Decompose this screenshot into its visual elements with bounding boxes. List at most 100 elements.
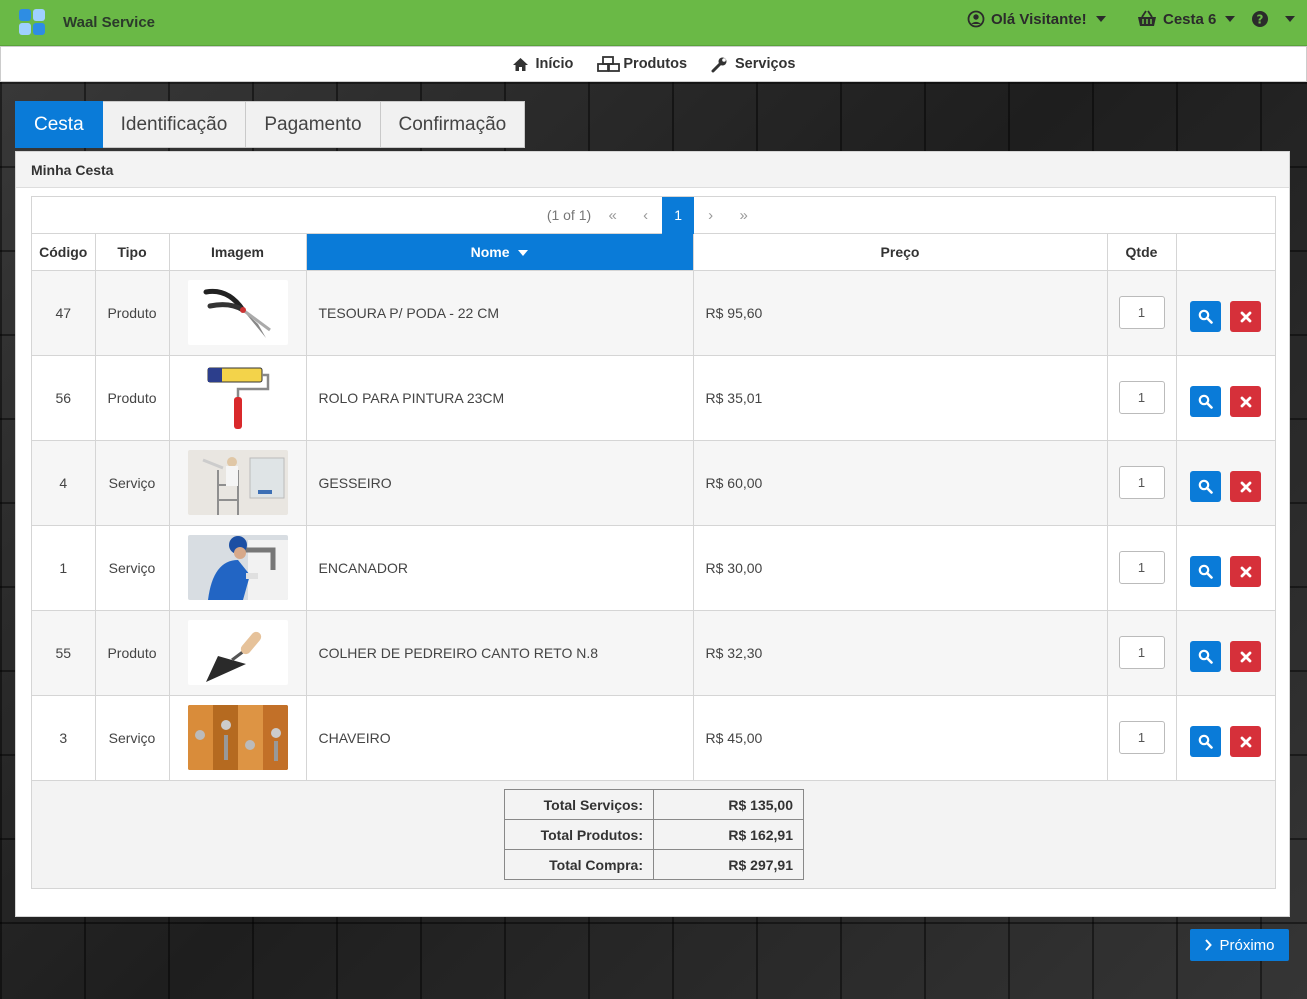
item-price: R$ 30,00	[692, 524, 1108, 611]
item-name: ENCANADOR	[305, 524, 694, 611]
cart-menu[interactable]: Cesta 6	[1137, 10, 1236, 28]
total-services-row: Total Serviços: R$ 135,00	[504, 789, 804, 820]
svg-text:?: ?	[1257, 13, 1264, 27]
qty-input[interactable]: 1	[1118, 636, 1165, 669]
close-icon	[1240, 651, 1252, 662]
col-actions	[1175, 234, 1275, 271]
next-button[interactable]: Próximo	[1190, 929, 1289, 961]
remove-item-button[interactable]	[1230, 641, 1262, 672]
item-code: 47	[32, 269, 96, 356]
user-menu[interactable]: Olá Visitante!	[967, 10, 1106, 28]
view-item-button[interactable]	[1190, 556, 1222, 587]
page-info: (1 of 1)	[546, 207, 592, 223]
tab-pagamento[interactable]: Pagamento	[246, 101, 381, 148]
remove-item-button[interactable]	[1230, 726, 1262, 757]
item-type: Produto	[94, 609, 170, 696]
chevron-down-icon	[1095, 16, 1106, 22]
col-price[interactable]: Preço	[692, 234, 1108, 271]
next-button-label: Próximo	[1219, 936, 1275, 954]
item-price: R$ 32,30	[692, 609, 1108, 696]
search-icon	[1198, 564, 1214, 579]
item-name: ROLO PARA PINTURA 23CM	[305, 354, 694, 441]
item-image-paint-roller	[187, 365, 288, 430]
col-name-label: Nome	[470, 243, 510, 260]
remove-item-button[interactable]	[1230, 301, 1262, 332]
tab-identificacao[interactable]: Identificação	[102, 101, 247, 148]
view-item-button[interactable]	[1190, 386, 1222, 417]
totals-table: Total Serviços: R$ 135,00 Total Produtos…	[504, 789, 804, 880]
view-item-button[interactable]	[1190, 641, 1222, 672]
search-icon	[1198, 309, 1214, 324]
search-icon	[1198, 649, 1214, 664]
tab-confirmacao[interactable]: Confirmação	[380, 101, 526, 148]
nav-label: Produtos	[623, 56, 688, 72]
view-item-button[interactable]	[1190, 726, 1222, 757]
page-current[interactable]: 1	[662, 196, 695, 234]
item-code: 4	[32, 439, 96, 526]
panel-title: Minha Cesta	[16, 152, 1289, 188]
remove-item-button[interactable]	[1230, 386, 1262, 417]
tab-cesta[interactable]: Cesta	[15, 101, 103, 148]
view-item-button[interactable]	[1190, 471, 1222, 502]
home-icon	[512, 57, 528, 71]
qty-input[interactable]: 1	[1118, 721, 1165, 754]
close-icon	[1240, 396, 1252, 407]
nav-produtos[interactable]: Produtos	[597, 56, 687, 72]
item-price: R$ 35,01	[692, 354, 1108, 441]
user-circle-icon	[967, 10, 985, 28]
help-icon: ?	[1252, 11, 1268, 27]
total-order-row: Total Compra: R$ 297,91	[504, 849, 804, 880]
remove-item-button[interactable]	[1230, 556, 1262, 587]
prev-page-icon[interactable]: ‹	[629, 207, 662, 224]
search-icon	[1198, 394, 1214, 409]
remove-item-button[interactable]	[1230, 471, 1262, 502]
item-image-pruning-shears	[187, 280, 288, 345]
qty-input[interactable]: 1	[1118, 296, 1165, 329]
item-price: R$ 45,00	[692, 694, 1108, 781]
table-row: 56 Produto ROLO PARA PINTURA 23CM R$ 35,…	[32, 354, 1275, 441]
nav-servicos[interactable]: Serviços	[711, 56, 795, 73]
col-qty[interactable]: Qtde	[1106, 234, 1177, 271]
help-menu[interactable]: ?	[1251, 10, 1295, 28]
item-price: R$ 95,60	[692, 269, 1108, 356]
col-code[interactable]: Código	[32, 234, 96, 271]
cart-panel: Minha Cesta (1 of 1) « ‹ 1 › » Código Ti…	[15, 151, 1290, 917]
cart-grid: (1 of 1) « ‹ 1 › » Código Tipo Imagem No…	[31, 196, 1276, 889]
item-name: TESOURA P/ PODA - 22 CM	[305, 269, 694, 356]
search-icon	[1198, 734, 1214, 749]
basket-icon	[1138, 10, 1156, 26]
qty-input[interactable]: 1	[1118, 381, 1165, 414]
total-value: R$ 162,91	[653, 819, 804, 850]
logo-icon[interactable]	[19, 9, 46, 36]
checkout-steps: Cesta Identificação Pagamento Confirmaçã…	[15, 101, 526, 148]
first-page-icon[interactable]: «	[596, 207, 629, 224]
cart-table: Código Tipo Imagem Nome Preço Qtde 47 Pr…	[32, 234, 1275, 781]
qty-input[interactable]: 1	[1118, 551, 1165, 584]
item-code: 1	[32, 524, 96, 611]
close-icon	[1240, 481, 1252, 492]
col-image: Imagem	[168, 234, 307, 271]
qty-input[interactable]: 1	[1118, 466, 1165, 499]
item-image-plasterer-photo	[187, 450, 288, 515]
nav-label: Início	[535, 56, 574, 72]
total-label: Total Produtos:	[504, 819, 654, 850]
total-label: Total Compra:	[504, 849, 654, 880]
last-page-icon[interactable]: »	[727, 207, 760, 224]
table-row: 55 Produto COLHER DE PEDREIRO CANTO RETO…	[32, 609, 1275, 696]
total-value: R$ 297,91	[653, 849, 804, 880]
close-icon	[1240, 311, 1252, 322]
nav-inicio[interactable]: Início	[512, 56, 574, 72]
col-name[interactable]: Nome	[305, 234, 694, 271]
item-image-plumber-photo	[187, 535, 288, 600]
brand-name[interactable]: Waal Service	[63, 14, 155, 31]
total-products-row: Total Produtos: R$ 162,91	[504, 819, 804, 850]
next-page-icon[interactable]: ›	[694, 207, 727, 224]
item-type: Produto	[94, 354, 170, 441]
chevron-down-icon	[1285, 16, 1295, 22]
col-type[interactable]: Tipo	[94, 234, 170, 271]
item-type: Produto	[94, 269, 170, 356]
paginator: (1 of 1) « ‹ 1 › »	[32, 196, 1275, 234]
view-item-button[interactable]	[1190, 301, 1222, 332]
table-row: 4 Serviço GESSEIRO R$ 60,00 1	[32, 439, 1275, 526]
table-row: 47 Produto TESOURA P/ PODA - 22 CM R$ 95…	[32, 269, 1275, 356]
